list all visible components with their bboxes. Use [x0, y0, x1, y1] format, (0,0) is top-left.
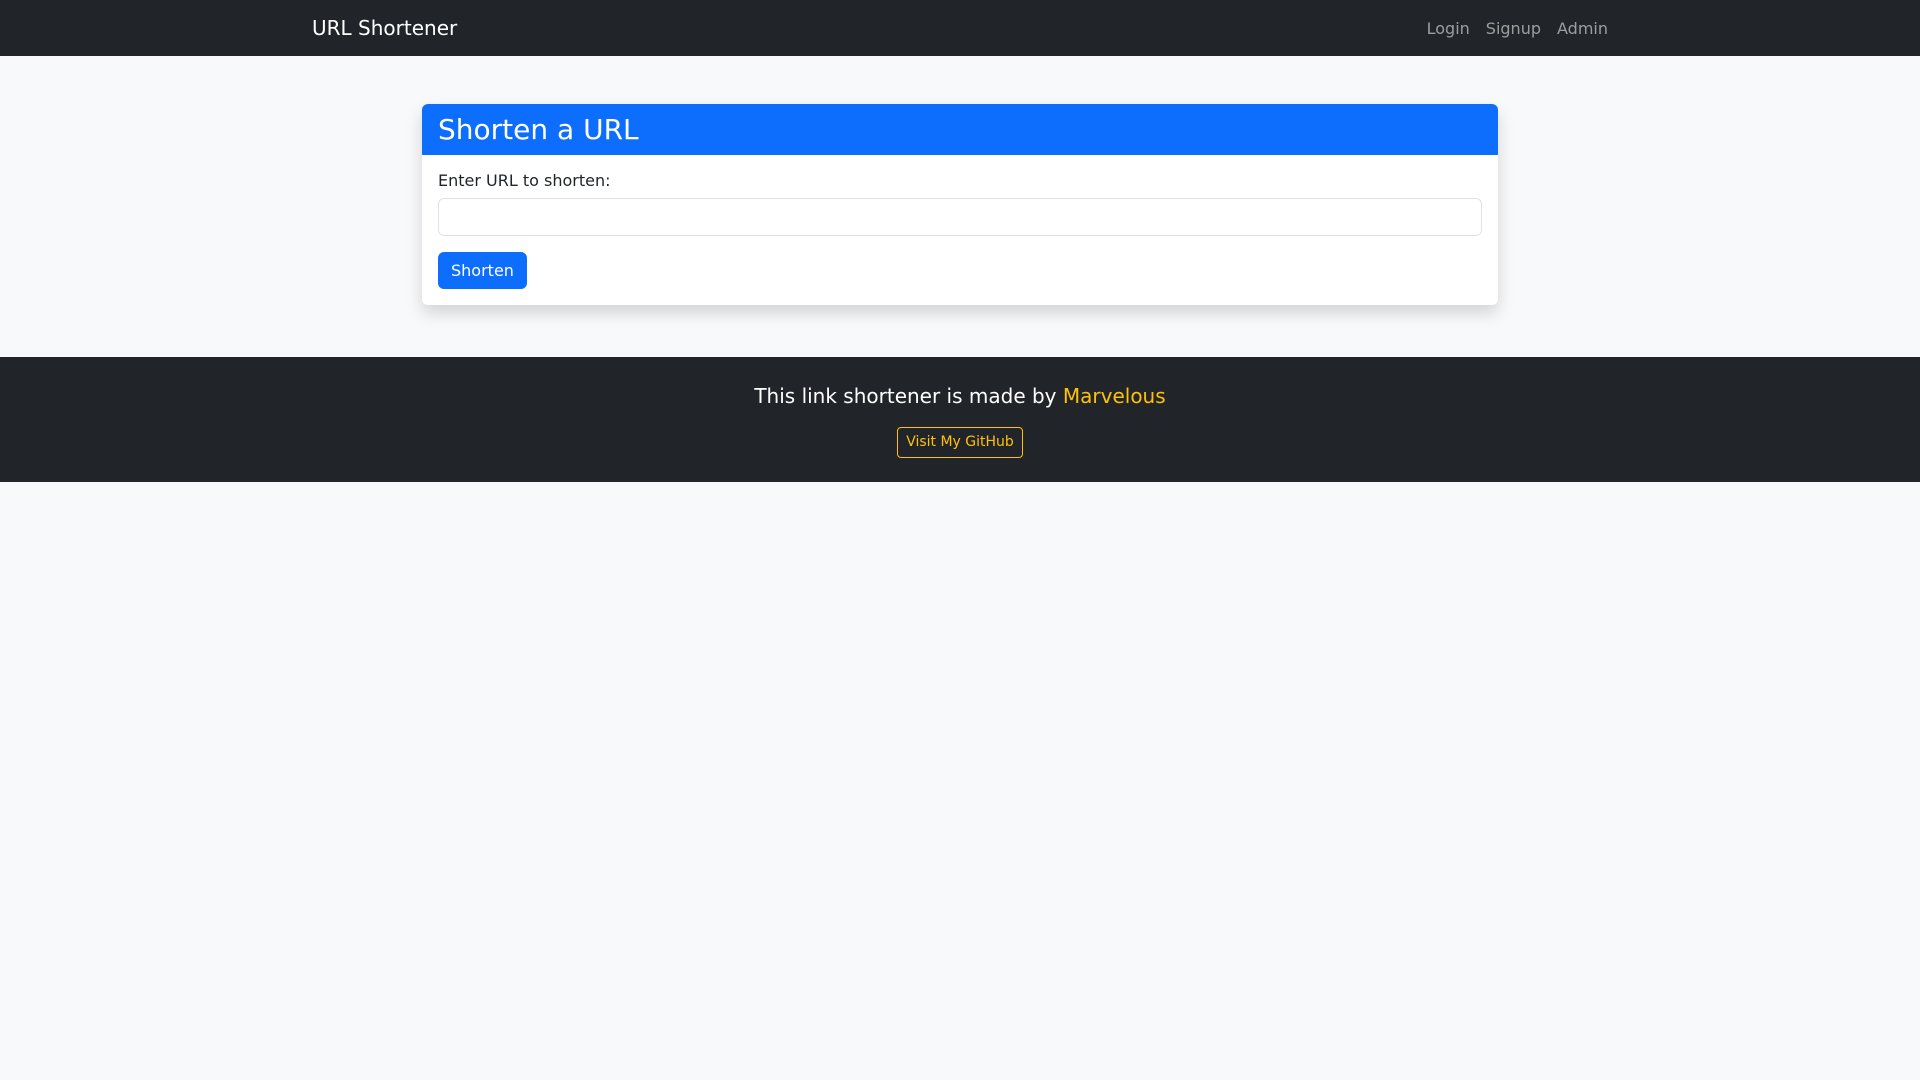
- main-content: Shorten a URL Enter URL to shorten: Shor…: [0, 56, 1920, 357]
- shorten-button[interactable]: Shorten: [438, 252, 527, 289]
- author-link[interactable]: Marvelous: [1063, 384, 1166, 408]
- github-button[interactable]: Visit My GitHub: [897, 427, 1023, 458]
- nav-link-admin[interactable]: Admin: [1557, 19, 1608, 38]
- card-title: Shorten a URL: [422, 104, 1498, 155]
- nav-link-signup[interactable]: Signup: [1486, 19, 1541, 38]
- footer: This link shortener is made by Marvelous…: [0, 357, 1920, 482]
- nav-link-login[interactable]: Login: [1427, 19, 1470, 38]
- brand-link[interactable]: URL Shortener: [312, 16, 457, 40]
- url-label: Enter URL to shorten:: [438, 171, 611, 190]
- navbar: URL Shortener Login Signup Admin: [0, 0, 1920, 56]
- nav-links: Login Signup Admin: [1427, 19, 1608, 38]
- shorten-card: Shorten a URL Enter URL to shorten: Shor…: [422, 104, 1498, 305]
- navbar-container: URL Shortener Login Signup Admin: [300, 0, 1620, 56]
- footer-text: This link shortener is made by Marvelous: [0, 381, 1920, 411]
- card-body: Enter URL to shorten: Shorten: [422, 155, 1498, 305]
- footer-text-prefix: This link shortener is made by: [754, 384, 1057, 408]
- url-input[interactable]: [438, 198, 1482, 236]
